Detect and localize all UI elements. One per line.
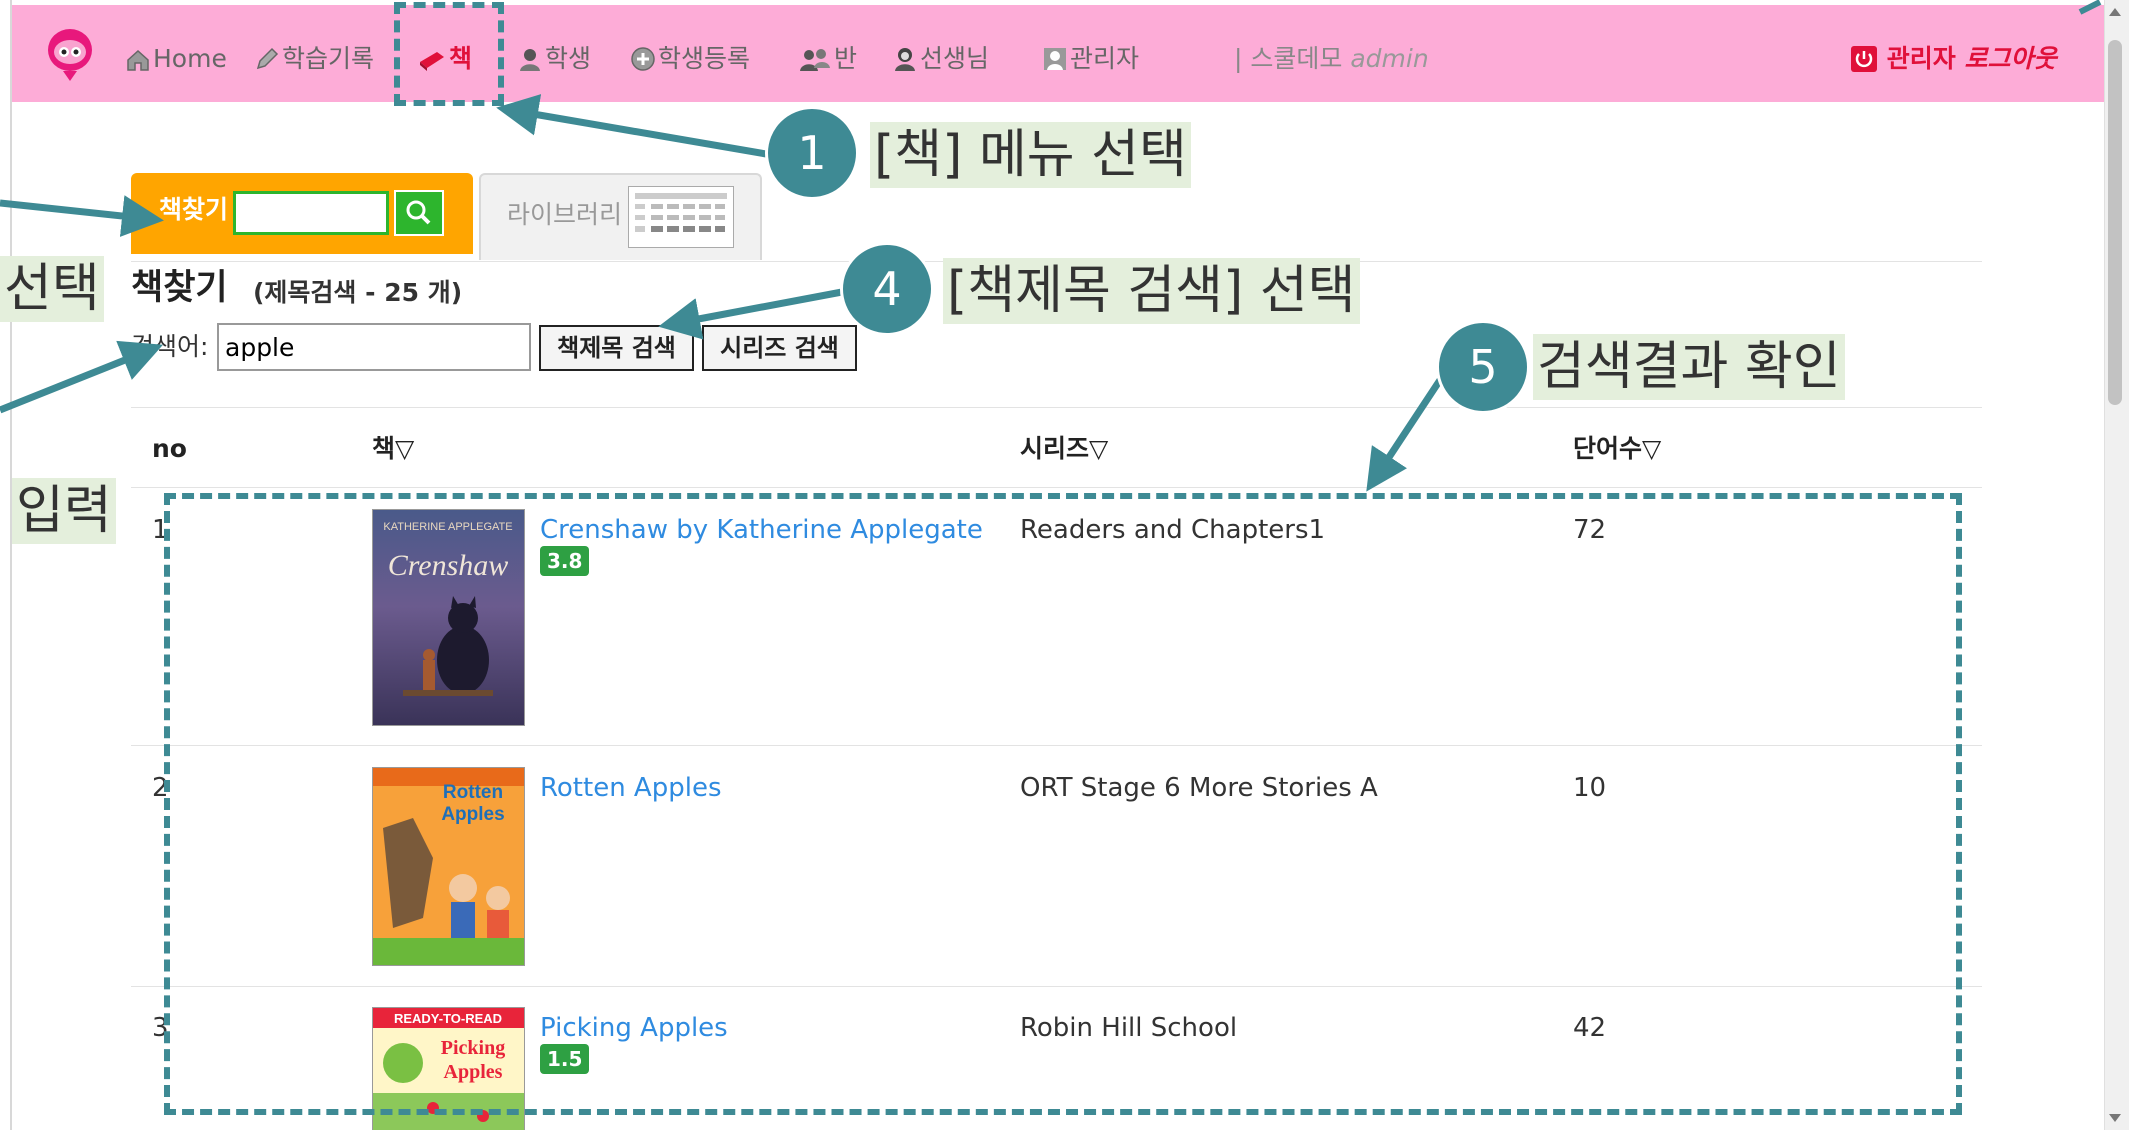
- step-1-note: [책] 메뉴 선택: [870, 122, 1191, 188]
- step-5-marker: 5: [1436, 320, 1530, 414]
- step-4-note: [책제목 검색] 선택: [943, 258, 1360, 324]
- step-5-note: 검색결과 확인: [1533, 334, 1845, 400]
- step-1-marker: 1: [765, 106, 859, 200]
- step-4-marker: 4: [840, 242, 934, 336]
- step-2-note: 선택: [0, 256, 104, 322]
- step-3-note: 입력: [12, 478, 116, 544]
